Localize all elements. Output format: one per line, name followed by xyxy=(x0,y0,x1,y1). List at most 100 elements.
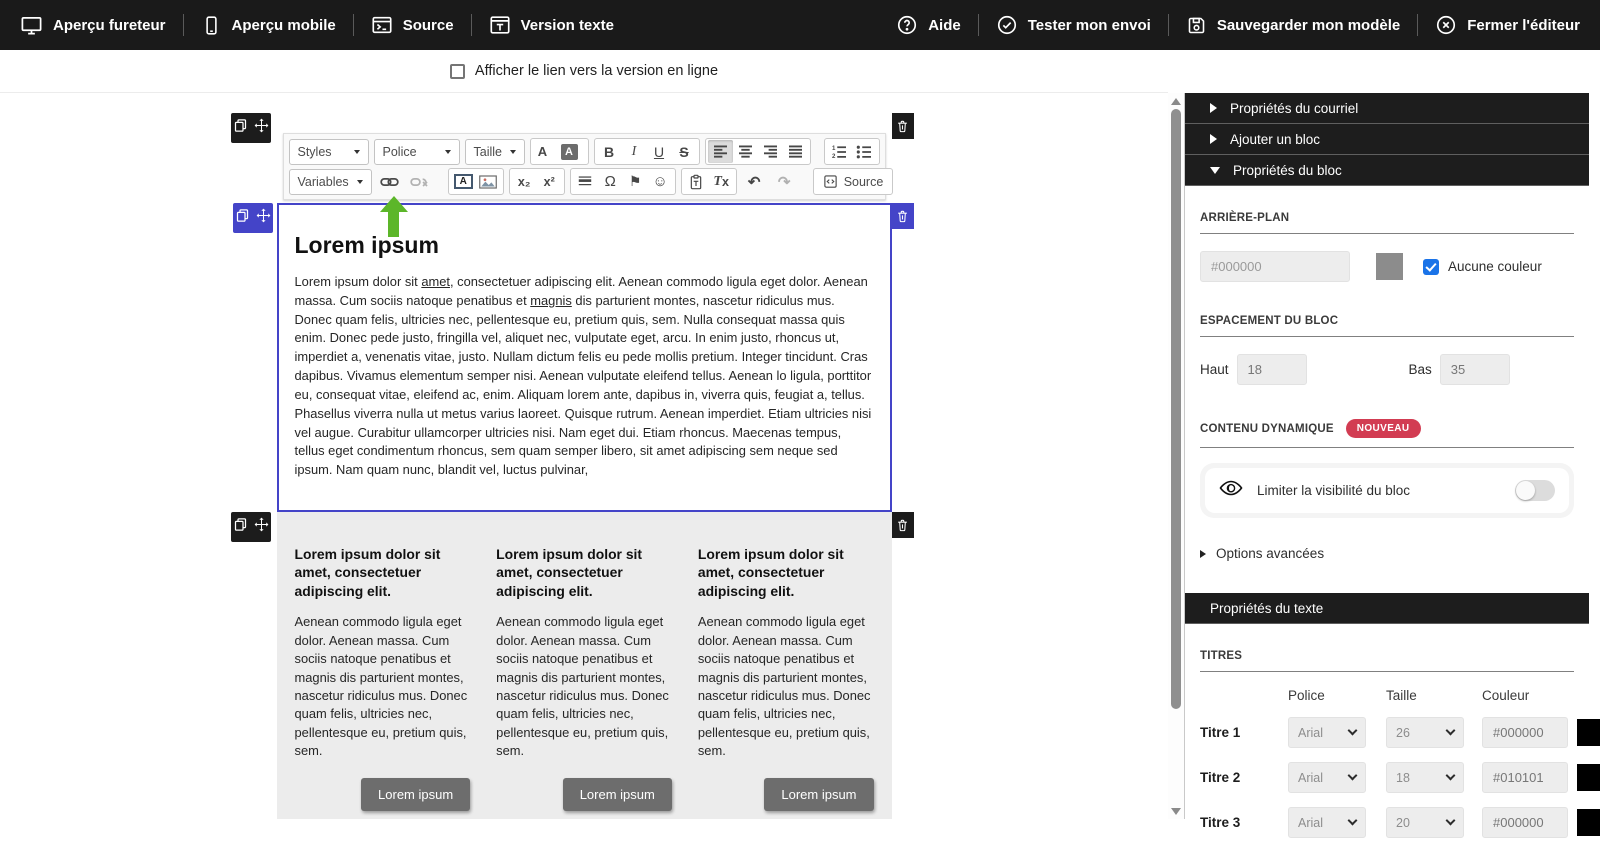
visibility-toggle[interactable] xyxy=(1515,480,1555,501)
italic-button[interactable]: I xyxy=(622,140,647,163)
scroll-down-arrow[interactable] xyxy=(1171,808,1181,815)
topbar-separator xyxy=(471,14,472,36)
accordion-block-properties[interactable]: Propriétés du bloc xyxy=(1185,155,1589,186)
move-block-icon[interactable] xyxy=(254,517,269,537)
topbar-separator xyxy=(183,14,184,36)
text-version-button[interactable]: Version texte xyxy=(489,14,614,36)
duplicate-block-icon[interactable] xyxy=(235,208,250,228)
three-column-block[interactable]: Lorem ipsum dolor sit amet, consectetuer… xyxy=(277,512,892,819)
remove-format-button[interactable]: Tx xyxy=(709,170,734,193)
block-drag-handle[interactable] xyxy=(231,512,271,542)
title1-size-select[interactable]: 26 xyxy=(1386,717,1464,748)
no-color-checkbox[interactable] xyxy=(1423,259,1439,275)
move-block-icon[interactable] xyxy=(254,118,269,138)
text-color-button[interactable]: A xyxy=(533,140,558,163)
column-heading: Lorem ipsum dolor sit amet, consectetuer… xyxy=(698,545,874,600)
smiley-button[interactable]: ☺ xyxy=(648,170,673,193)
title2-size-select[interactable]: 18 xyxy=(1386,762,1464,793)
title2-color-swatch[interactable] xyxy=(1577,764,1600,791)
scroll-up-arrow[interactable] xyxy=(1171,98,1181,105)
test-send-button[interactable]: Tester mon envoi xyxy=(996,14,1151,36)
spacing-top-label: Haut xyxy=(1200,362,1229,377)
title3-size-select[interactable]: 20 xyxy=(1386,807,1464,838)
title3-font-select[interactable]: Arial xyxy=(1288,807,1366,838)
superscript-button[interactable]: x² xyxy=(537,170,562,193)
background-color-input[interactable] xyxy=(1200,251,1350,282)
column-button[interactable]: Lorem ipsum xyxy=(361,778,470,811)
column-button[interactable]: Lorem ipsum xyxy=(563,778,672,811)
save-template-button[interactable]: Sauvegarder mon modèle xyxy=(1186,15,1400,36)
accordion-email-properties[interactable]: Propriétés du courriel xyxy=(1185,93,1589,124)
delete-block-button[interactable] xyxy=(892,113,914,139)
text-field-button[interactable]: A xyxy=(451,170,476,193)
title1-font-select[interactable]: Arial xyxy=(1288,717,1366,748)
underline-button[interactable]: U xyxy=(647,140,672,163)
section-divider xyxy=(1200,671,1574,672)
variables-dropdown[interactable]: Variables xyxy=(289,169,372,195)
title3-color-input[interactable] xyxy=(1482,807,1568,838)
spacing-bottom-input[interactable] xyxy=(1440,354,1510,385)
accordion-add-block[interactable]: Ajouter un bloc xyxy=(1185,124,1589,155)
inline-link[interactable]: amet xyxy=(421,274,450,289)
title1-color-input[interactable] xyxy=(1482,717,1568,748)
advanced-options-toggle[interactable]: Options avancées xyxy=(1200,546,1574,561)
block-drag-handle[interactable] xyxy=(231,113,271,143)
block-drag-handle[interactable] xyxy=(233,203,273,233)
numbered-list-button[interactable]: 12 xyxy=(827,140,852,163)
background-color-button[interactable]: A xyxy=(558,140,586,163)
move-block-icon[interactable] xyxy=(256,208,271,228)
bold-button[interactable]: B xyxy=(597,140,622,163)
align-left-button[interactable] xyxy=(708,140,733,163)
align-right-button[interactable] xyxy=(758,140,783,163)
column-1: Lorem ipsum dolor sit amet, consectetuer… xyxy=(295,545,471,811)
image-button[interactable] xyxy=(476,170,501,193)
duplicate-block-icon[interactable] xyxy=(233,517,248,537)
special-char-button[interactable]: Ω xyxy=(598,170,623,193)
help-button[interactable]: Aide xyxy=(896,14,961,36)
close-editor-button[interactable]: Fermer l'éditeur xyxy=(1435,14,1580,36)
delete-block-button[interactable] xyxy=(892,203,914,229)
preview-browser-button[interactable]: Aperçu fureteur xyxy=(20,14,166,37)
scrollbar-thumb[interactable] xyxy=(1171,109,1181,709)
inline-link[interactable]: magnis xyxy=(530,293,572,308)
justify-button[interactable] xyxy=(783,140,808,163)
link-button[interactable] xyxy=(377,170,402,193)
anchor-flag-button[interactable]: ⚑ xyxy=(623,170,648,193)
title3-color-swatch[interactable] xyxy=(1577,809,1600,836)
title2-font-select[interactable]: Arial xyxy=(1288,762,1366,793)
undo-button[interactable]: ↶ xyxy=(742,170,767,193)
delete-block-button[interactable] xyxy=(892,512,914,538)
bullet-list-button[interactable] xyxy=(852,140,877,163)
font-dropdown[interactable]: Police xyxy=(374,139,460,165)
color-button-group: A A xyxy=(530,138,589,165)
styles-dropdown[interactable]: Styles xyxy=(289,139,369,165)
source-view-button[interactable]: Source xyxy=(371,14,454,36)
paste-text-button[interactable] xyxy=(684,170,709,193)
subscript-button[interactable]: x₂ xyxy=(512,170,537,193)
spacing-top-input[interactable] xyxy=(1237,354,1307,385)
accordion-text-properties[interactable]: Propriétés du texte xyxy=(1185,593,1589,624)
close-circle-icon xyxy=(1435,14,1457,36)
title2-color-input[interactable] xyxy=(1482,762,1568,793)
horizontal-rule-button[interactable] xyxy=(573,170,598,193)
strikethrough-button[interactable]: S xyxy=(672,140,697,163)
source-button[interactable]: Source xyxy=(813,168,894,195)
eye-icon xyxy=(1219,479,1243,502)
text-block-selected[interactable]: Lorem ipsum Lorem ipsum dolor sit amet, … xyxy=(277,203,892,512)
sidebar-scrollbar[interactable] xyxy=(1168,93,1184,819)
background-color-swatch[interactable] xyxy=(1376,253,1403,280)
title1-color-swatch[interactable] xyxy=(1577,719,1600,746)
toolbar-row-2: Variables A x₂ x² Ω ⚑ xyxy=(289,168,880,195)
duplicate-block-icon[interactable] xyxy=(233,118,248,138)
redo-button[interactable]: ↷ xyxy=(772,170,797,193)
unlink-button[interactable] xyxy=(407,170,432,193)
online-version-checkbox[interactable] xyxy=(450,64,465,79)
size-dropdown[interactable]: Taille xyxy=(465,139,525,165)
chevron-down-icon xyxy=(354,150,360,154)
topbar-separator xyxy=(1168,14,1169,36)
topbar-separator xyxy=(353,14,354,36)
preview-mobile-button[interactable]: Aperçu mobile xyxy=(201,15,336,36)
align-center-button[interactable] xyxy=(733,140,758,163)
text-properties-panel: TITRES Police Taille Couleur Titre 1 Ari… xyxy=(1185,624,1589,862)
column-button[interactable]: Lorem ipsum xyxy=(764,778,873,811)
